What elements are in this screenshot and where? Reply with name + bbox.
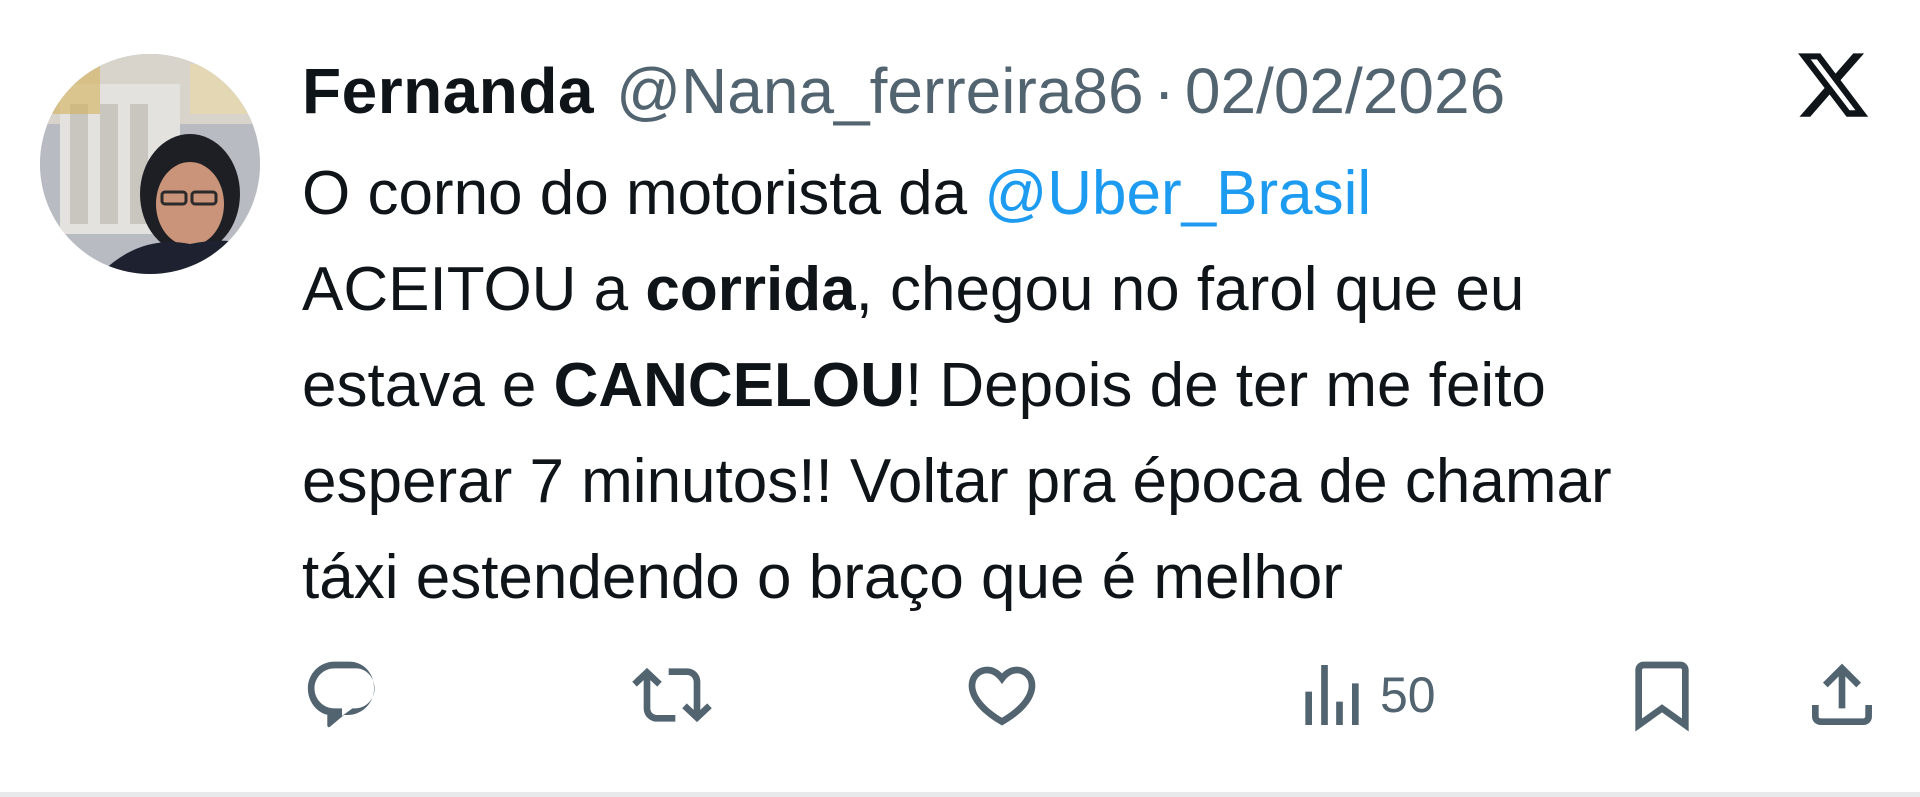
display-name[interactable]: Fernanda xyxy=(302,46,594,136)
x-logo-icon[interactable] xyxy=(1794,46,1872,124)
tweet-line-3: estava e CANCELOU! Depois de ter me feit… xyxy=(302,338,1892,434)
separator-dot: · xyxy=(1153,55,1175,127)
tweet-text-segment: O corno do motorista da xyxy=(302,159,985,228)
tweet-date[interactable]: 02/02/2026 xyxy=(1185,46,1505,136)
bookmark-icon xyxy=(1635,661,1689,732)
views-icon xyxy=(1305,665,1359,725)
share-button[interactable] xyxy=(1802,650,1882,740)
tweet-text: O corno do motorista da @Uber_Brasil ACE… xyxy=(302,146,1892,626)
tweet-header: Fernanda @Nana_ferreira86 · 02/02/2026 xyxy=(302,46,1505,136)
bookmark-button[interactable] xyxy=(1622,650,1702,740)
tweet-line-1: O corno do motorista da @Uber_Brasil xyxy=(302,146,1892,242)
retweet-button[interactable] xyxy=(632,650,712,740)
tweet-text-segment: ACEITOU a xyxy=(302,255,646,324)
views-button[interactable]: 50 xyxy=(1292,650,1436,740)
bold-text: corrida xyxy=(645,255,856,324)
divider xyxy=(0,792,1920,797)
action-bar: 50 xyxy=(302,650,1882,740)
share-icon xyxy=(1812,663,1872,725)
tweet-line-5: táxi estendendo o braço que é melhor xyxy=(302,543,1343,612)
views-count: 50 xyxy=(1380,667,1436,723)
tweet-text-segment: ! Depois de ter me feito xyxy=(904,351,1546,420)
tweet-card[interactable]: Fernanda @Nana_ferreira86 · 02/02/2026 O… xyxy=(0,0,1920,792)
tweet-line-4: esperar 7 minutos!! Voltar pra época de … xyxy=(302,447,1612,516)
tweet-text-segment: , chegou no farol que eu xyxy=(855,255,1525,324)
like-button[interactable] xyxy=(962,650,1042,740)
mention-link[interactable]: @Uber_Brasil xyxy=(984,159,1371,228)
tweet-line-2: ACEITOU a corrida, chegou no farol que e… xyxy=(302,242,1892,338)
retweet-icon xyxy=(632,667,712,723)
tweet-text-segment: estava e xyxy=(302,351,554,420)
reply-icon xyxy=(307,661,375,728)
user-handle[interactable]: @Nana_ferreira86 xyxy=(616,46,1143,136)
avatar[interactable] xyxy=(40,54,260,274)
bold-text: CANCELOU xyxy=(553,351,905,420)
profile-photo xyxy=(40,54,260,274)
heart-icon xyxy=(968,666,1036,726)
reply-button[interactable] xyxy=(302,650,382,740)
